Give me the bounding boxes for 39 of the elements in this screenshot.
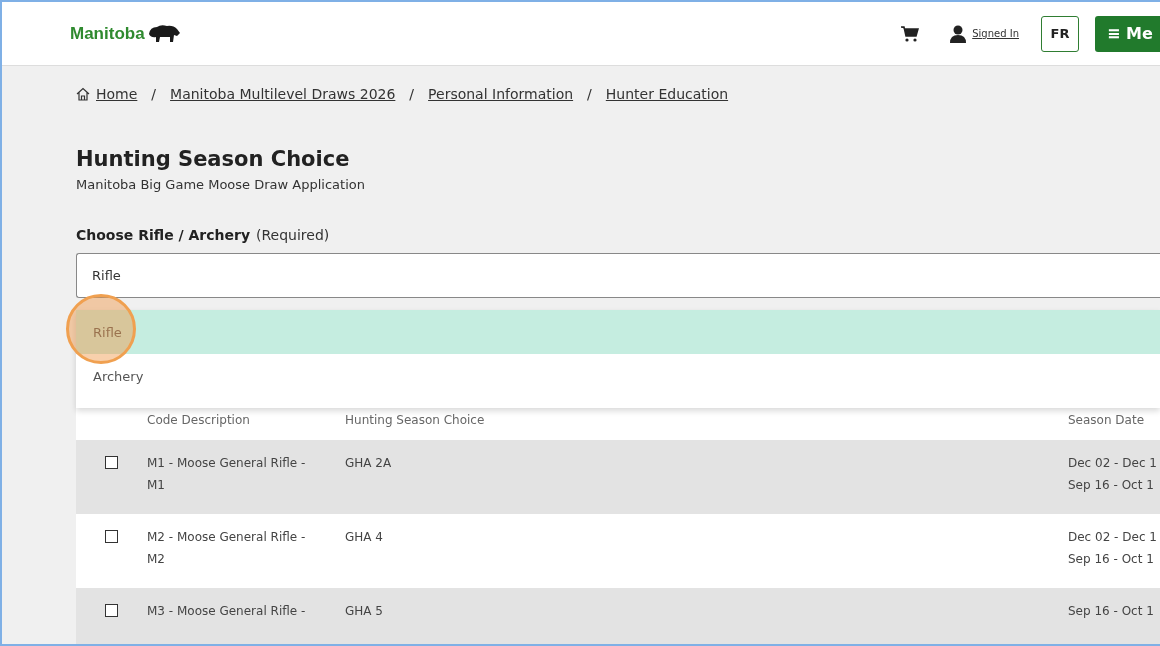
- column-header: Code Description: [147, 413, 251, 427]
- page-title: Hunting Season Choice: [76, 147, 351, 171]
- table-cell-text: M1 - Moose General Rifle -: [147, 455, 307, 472]
- table-cell-text: Sep 16 - Oct 1: [1068, 477, 1154, 494]
- breadcrumb-link[interactable]: Personal Information: [428, 86, 574, 102]
- breadcrumb-link[interactable]: Home: [96, 86, 138, 102]
- breadcrumb-separator: /: [151, 86, 157, 102]
- menu-button[interactable]: ≡ Me: [1095, 15, 1160, 52]
- select-field[interactable]: Rifle: [76, 253, 1160, 298]
- table-cell-text: Dec 02 - Dec 1: [1068, 529, 1157, 546]
- table-cell-text: M2 - Moose General Rifle -: [147, 529, 307, 546]
- checkbox[interactable]: [105, 456, 118, 469]
- table-cell-text: M1: [147, 477, 166, 494]
- breadcrumb-separator: /: [409, 86, 415, 102]
- person-icon: [950, 24, 967, 43]
- column-header: Season Date: [1068, 413, 1146, 427]
- table-cell-text: GHA 2A: [345, 455, 393, 472]
- table-cell-text: GHA 5: [345, 603, 384, 620]
- checkbox[interactable]: [105, 530, 118, 543]
- table-cell-text: M2: [147, 551, 166, 568]
- dropdown-option[interactable]: Archery: [76, 354, 1160, 398]
- table-cell-text: Sep 16 - Oct 1: [1068, 603, 1154, 620]
- cart-icon[interactable]: [900, 24, 921, 43]
- breadcrumb-link[interactable]: Manitoba Multilevel Draws 2026: [170, 86, 396, 102]
- table-cell-text: GHA 4: [345, 529, 384, 546]
- breadcrumb-separator: /: [587, 86, 592, 102]
- table-cell-text: M3 - Moose General Rifle -: [147, 603, 307, 620]
- column-header: Hunting Season Choice: [345, 413, 486, 427]
- table-cell-text: Sep 16 - Oct 1: [1068, 551, 1154, 568]
- breadcrumb-link[interactable]: Hunter Education: [605, 86, 729, 102]
- home-icon: [76, 87, 90, 101]
- checkbox[interactable]: [105, 604, 118, 617]
- language-button[interactable]: FR: [1041, 15, 1079, 52]
- signed-in-link[interactable]: Signed In: [972, 28, 1019, 39]
- page-subtitle: Manitoba Big Game Moose Draw Application: [76, 177, 366, 192]
- field-label: Choose Rifle / Archery: [76, 227, 251, 243]
- manitoba-logo[interactable]: Manitoba: [70, 23, 181, 44]
- table-cell-text: Dec 02 - Dec 1: [1068, 455, 1157, 472]
- required-note: (Required): [256, 227, 330, 243]
